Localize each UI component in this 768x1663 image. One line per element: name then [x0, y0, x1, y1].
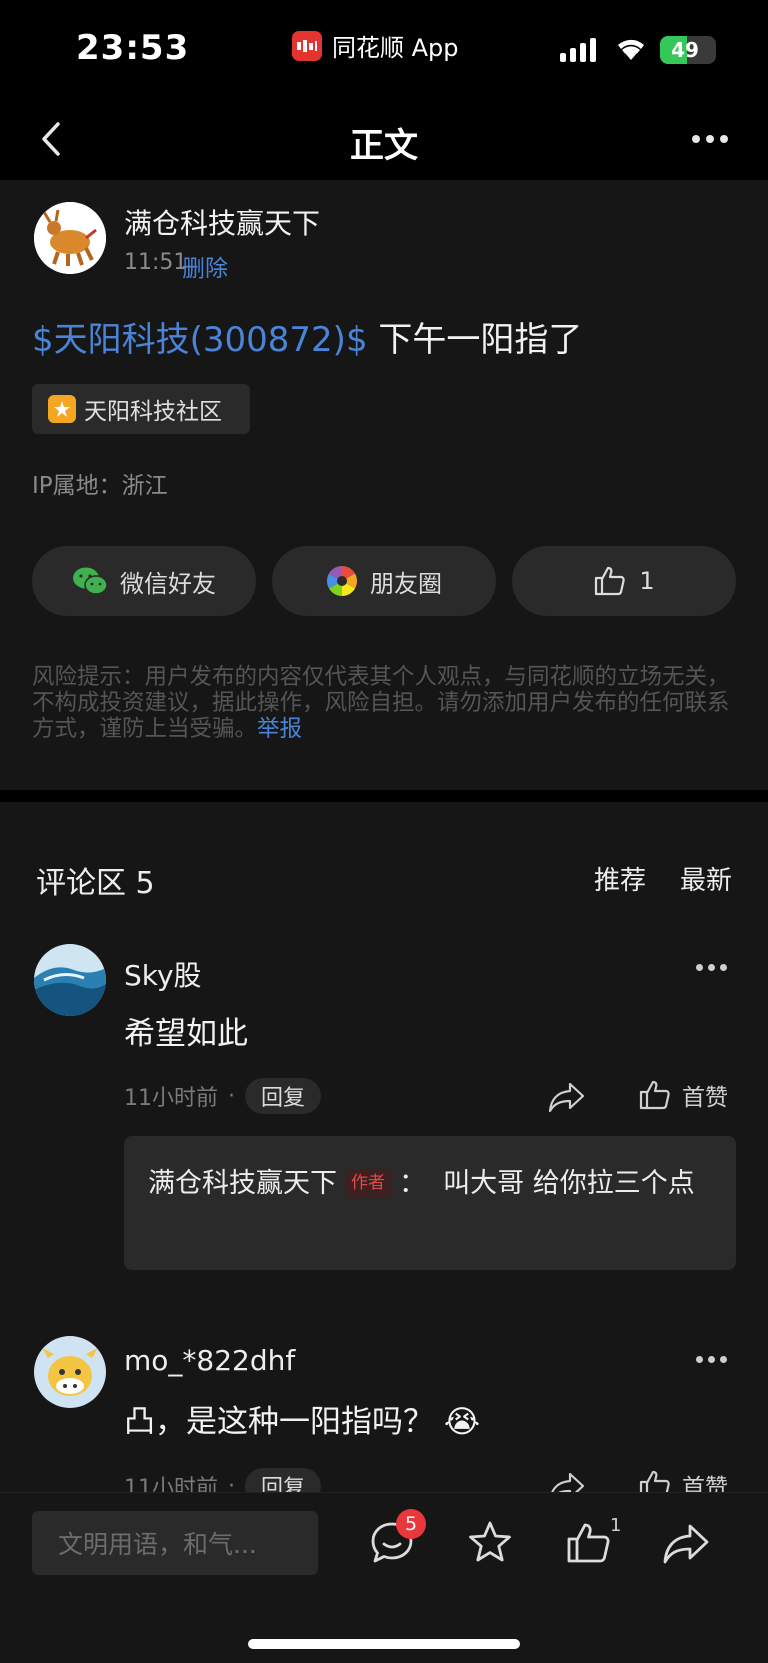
top-navigation: 正文 [0, 100, 768, 180]
comment-count-badge: 5 [396, 1509, 426, 1539]
delete-button[interactable]: 删除 [182, 249, 228, 283]
commenter-name[interactable]: mo_*822dhf [124, 1344, 295, 1377]
comment-text: 凸，是这种一阳指吗？ 😭 [124, 1404, 481, 1440]
community-chip[interactable]: 天阳科技社区 [32, 384, 250, 434]
reply-box[interactable]: 满仓科技赢天下 作者 ： 叫大哥 给你拉三个点 [124, 1136, 736, 1270]
bottom-action-bar: 文明用语，和气... 5 1 [0, 1492, 768, 1663]
share-icon[interactable] [662, 1519, 710, 1567]
thumbs-up-icon [595, 566, 626, 596]
comment-time: 11小时前 [124, 1086, 218, 1111]
status-bar: 23:53 同花顺 App 49 [0, 0, 768, 100]
comment-like-button[interactable]: 首赞 [638, 1468, 728, 1492]
risk-notice: 风险提示：用户发布的内容仅代表其个人观点，与同花顺的立场无关，不构成投资建议，据… [32, 664, 730, 742]
home-indicator[interactable] [248, 1639, 520, 1649]
share-row: 微信好友 朋友圈 1 [32, 546, 736, 616]
comments-title: 评论区 5 [36, 866, 155, 901]
comment-meta: 11小时前 · 回复 [124, 1078, 322, 1114]
comment-text: 希望如此 [124, 1016, 248, 1052]
page-title: 正文 [350, 126, 418, 166]
sort-recommended-tab[interactable]: 推荐 [594, 860, 646, 897]
post-like-button[interactable]: 1 [512, 546, 736, 616]
reply-author[interactable]: 满仓科技赢天下 [148, 1168, 337, 1199]
community-icon [48, 395, 76, 423]
meta-separator: · [228, 1083, 235, 1109]
share-wechat-button[interactable]: 微信好友 [32, 546, 256, 616]
moments-icon [327, 566, 357, 596]
meta-separator: · [228, 1473, 235, 1493]
comment-like-label: 首赞 [682, 1475, 728, 1492]
share-icon[interactable] [548, 1080, 586, 1114]
sort-latest-tab[interactable]: 最新 [680, 860, 732, 897]
comment-meta: 11小时前 · 回复 [124, 1468, 322, 1493]
post-time: 11:51 [124, 250, 188, 275]
community-label: 天阳科技社区 [84, 399, 222, 425]
thumbs-up-icon [639, 1470, 670, 1492]
comment-input[interactable]: 文明用语，和气... [32, 1511, 318, 1575]
wifi-icon [618, 39, 644, 60]
status-time: 23:53 [76, 28, 190, 68]
battery-icon: 49 [660, 36, 716, 64]
share-icon[interactable] [548, 1470, 586, 1492]
wechat-icon [73, 567, 108, 595]
more-dots-icon[interactable] [692, 128, 736, 150]
comment-more-icon[interactable] [696, 1356, 732, 1366]
author-tag: 作者 [345, 1169, 391, 1197]
commenter-avatar[interactable] [34, 944, 106, 1016]
share-wechat-label: 微信好友 [120, 569, 216, 598]
star-icon[interactable] [466, 1519, 514, 1567]
share-moments-button[interactable]: 朋友圈 [272, 546, 496, 616]
comment-more-icon[interactable] [696, 964, 732, 974]
comment-time: 11小时前 [124, 1476, 218, 1492]
post-text: 下午一阳指了 [378, 320, 583, 360]
reply-button[interactable]: 回复 [245, 1078, 322, 1114]
thumbs-up-icon [639, 1080, 670, 1110]
reply-separator: ： [399, 1168, 426, 1199]
app-indicator: 同花顺 App [292, 28, 459, 63]
author-avatar[interactable] [34, 202, 106, 274]
reply-button[interactable]: 回复 [245, 1468, 322, 1492]
comment-like-button[interactable]: 首赞 [638, 1078, 728, 1112]
stock-link[interactable]: $天阳科技(300872)$ [32, 320, 368, 360]
cellular-signal-icon [560, 36, 596, 62]
report-link[interactable]: 举报 [257, 716, 302, 742]
author-name[interactable]: 满仓科技赢天下 [124, 202, 320, 242]
share-moments-label: 朋友圈 [370, 569, 442, 598]
app-name: 同花顺 App [332, 34, 459, 62]
like-count: 1 [610, 1515, 622, 1536]
crying-emoji: 😭 [443, 1404, 481, 1440]
commenter-name[interactable]: Sky股 [124, 954, 202, 994]
reply-text: 叫大哥 给你拉三个点 [443, 1168, 695, 1199]
thumbs-up-icon[interactable] [564, 1519, 612, 1567]
post-card: 满仓科技赢天下 11:51 删除 $天阳科技(300872)$ 下午一阳指了 天… [0, 180, 768, 790]
ip-location: IP属地：浙江 [32, 473, 168, 499]
comments-section: 评论区 5 推荐 最新 Sky股 希望如此 11小时前 · 回复 首赞 满仓科技… [0, 802, 768, 1492]
comment-like-label: 首赞 [682, 1085, 728, 1111]
app-logo-icon [292, 30, 322, 61]
post-content: $天阳科技(300872)$ 下午一阳指了 [32, 312, 582, 361]
post-like-count: 1 [639, 567, 655, 595]
commenter-avatar[interactable] [34, 1336, 106, 1408]
